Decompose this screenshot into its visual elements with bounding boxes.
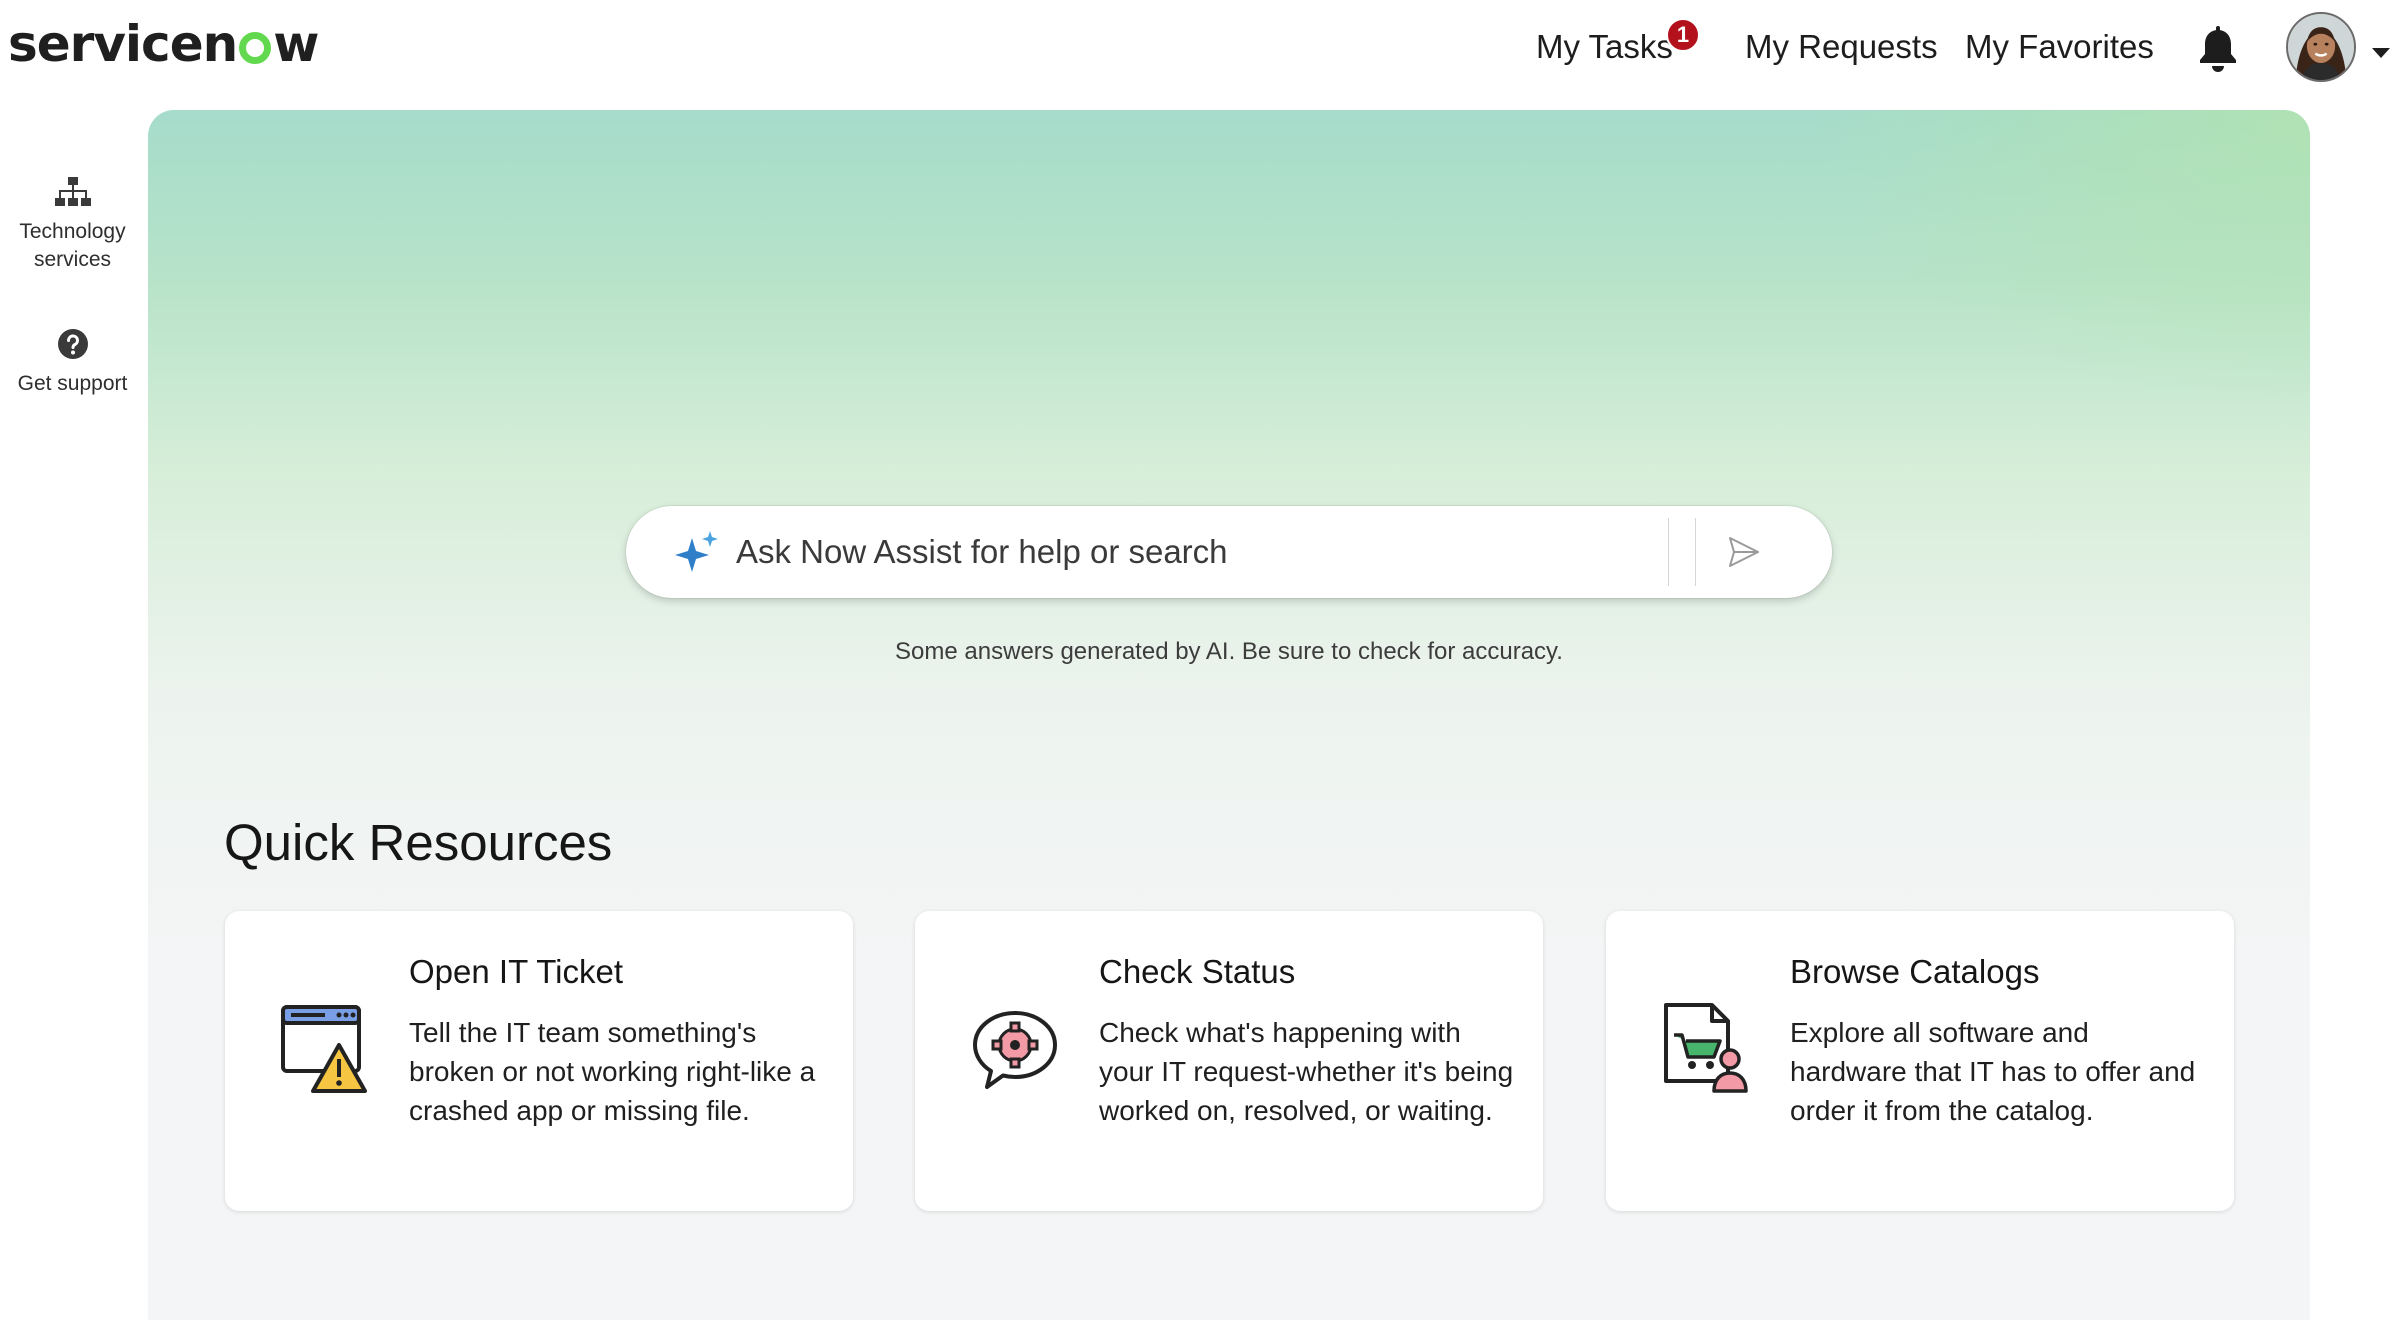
card-description: Check what's happening with your IT requ… bbox=[1099, 1017, 1514, 1126]
question-circle-icon bbox=[57, 329, 88, 359]
avatar[interactable] bbox=[2286, 12, 2356, 82]
rail-item-technology-services[interactable]: Technology services bbox=[0, 176, 145, 274]
logo-o-glyph bbox=[239, 32, 272, 64]
chat-gear-icon bbox=[973, 1011, 1057, 1089]
ai-disclaimer: Some answers generated by AI. Be sure to… bbox=[895, 638, 1563, 665]
hierarchy-icon bbox=[54, 177, 91, 206]
search-input[interactable] bbox=[736, 522, 1296, 582]
rail-item-label: Technology services bbox=[19, 220, 126, 271]
card-description: Tell the IT team something's broken or n… bbox=[409, 1017, 816, 1126]
rail-item-get-support[interactable]: Get support bbox=[0, 328, 145, 398]
left-rail: Technology services Get support bbox=[0, 100, 145, 1304]
send-icon[interactable] bbox=[1726, 534, 1762, 570]
catalog-cart-icon bbox=[1664, 1003, 1748, 1093]
top-header: servicen w My Tasks 1 My Requests My Favo… bbox=[0, 0, 2394, 100]
tasks-count-badge: 1 bbox=[1666, 18, 1700, 52]
nav-my-favorites[interactable]: My Favorites bbox=[1965, 28, 2154, 66]
search-divider bbox=[1668, 518, 1696, 586]
card-open-it-ticket[interactable]: Open IT Ticket Tell the IT team somethin… bbox=[225, 911, 853, 1211]
logo-text-suffix: w bbox=[273, 15, 319, 73]
servicenow-logo[interactable]: servicen w bbox=[8, 14, 319, 74]
card-description: Explore all software and hardware that I… bbox=[1790, 1017, 2196, 1126]
card-title: Browse Catalogs bbox=[1790, 953, 2040, 990]
nav-my-requests[interactable]: My Requests bbox=[1745, 28, 1938, 66]
now-assist-search-bar bbox=[626, 506, 1832, 598]
card-browse-catalogs[interactable]: Browse Catalogs Explore all software and… bbox=[1606, 911, 2234, 1211]
rail-item-label: Get support bbox=[17, 372, 128, 395]
main-panel: Some answers generated by AI. Be sure to… bbox=[148, 110, 2310, 1320]
card-title: Check Status bbox=[1099, 953, 1296, 990]
nav-my-tasks[interactable]: My Tasks bbox=[1536, 28, 1673, 66]
chevron-down-icon[interactable] bbox=[2370, 46, 2392, 60]
sparkle-icon bbox=[675, 531, 718, 572]
logo-text-prefix: servicen bbox=[8, 15, 238, 73]
browser-warning-icon bbox=[281, 1005, 367, 1093]
card-check-status[interactable]: Check Status Check what's happening with… bbox=[915, 911, 1543, 1211]
section-title-quick-resources: Quick Resources bbox=[224, 814, 613, 871]
card-title: Open IT Ticket bbox=[409, 953, 623, 990]
bell-icon[interactable] bbox=[2196, 26, 2240, 72]
